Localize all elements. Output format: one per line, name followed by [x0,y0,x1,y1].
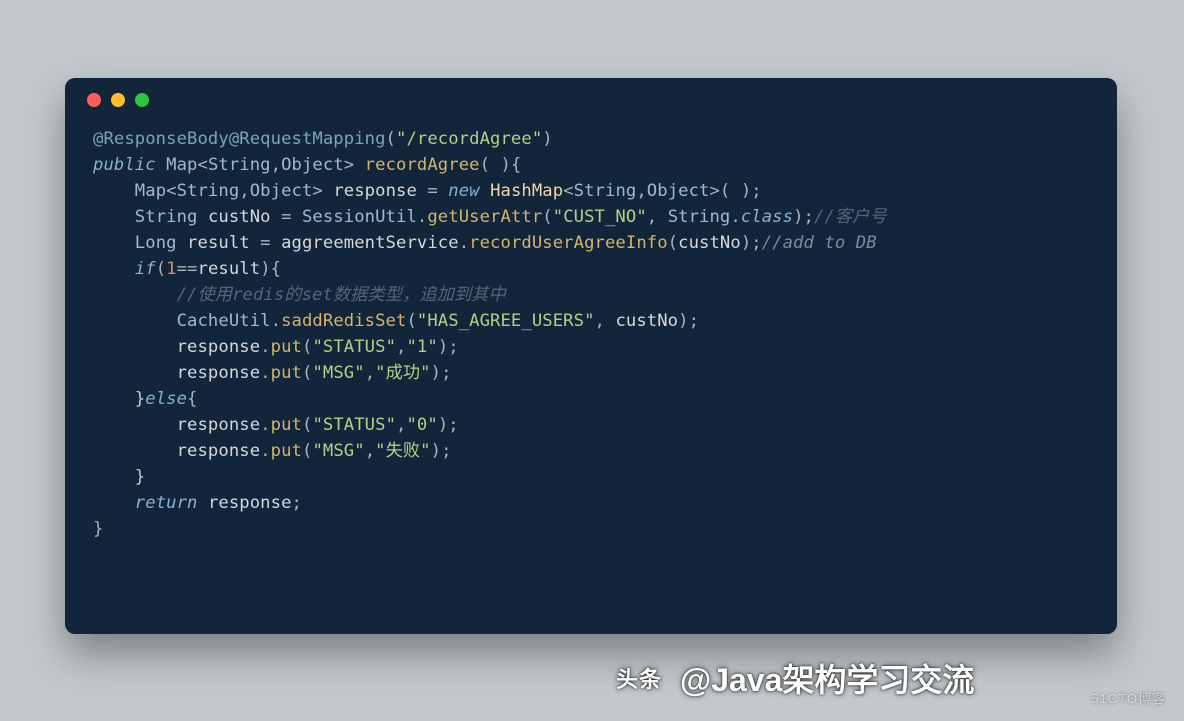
type-object-3: Object [647,181,710,201]
type-object-2: Object [250,181,313,201]
str-success: "成功" [375,363,430,383]
num-one: 1 [166,259,176,279]
type-string-4: String [135,207,198,227]
watermark-right: 51CTO博客 [1091,688,1166,707]
type-string-2: String [177,181,240,201]
str-fail: "失败" [375,441,430,461]
method-put-1: put [271,337,302,357]
str-one: "1" [406,337,437,357]
method-getuserattr: getUserAttr [427,207,542,227]
var-response-ref1: response [177,337,261,357]
str-msg-1: "MSG" [312,363,364,383]
kw-if: if [135,259,156,279]
close-dot[interactable] [87,93,101,107]
minimize-dot[interactable] [111,93,125,107]
var-response-ref3: response [177,415,261,435]
svc-aggreement: aggreementService [281,233,459,253]
str-zero: "0" [406,415,437,435]
kw-class: class [741,207,793,227]
type-map: Map [166,155,197,175]
zoom-dot[interactable] [135,93,149,107]
kw-public: public [93,155,156,175]
kw-return: return [135,493,198,513]
kw-else: else [145,389,187,409]
method-put-2: put [271,363,302,383]
var-custno: custNo [208,207,271,227]
kw-new: new [448,181,479,201]
comment-redis: //使用redis的set数据类型，追加到其中 [177,285,506,305]
mapping-path: "/recordAgree" [396,129,542,149]
str-status-2: "STATUS" [312,415,396,435]
arg-custno-2: custNo [615,311,678,331]
method-saddredis: saddRedisSet [281,311,406,331]
code-block: @ResponseBody@RequestMapping("/recordAgr… [65,122,1117,562]
arg-custno: custNo [678,233,741,253]
watermark-label: 头条 [616,662,662,694]
class-cacheutil: CacheUtil [177,311,271,331]
comment-custno: //客户号 [814,207,887,227]
type-long: Long [135,233,177,253]
var-response-ref4: response [177,441,261,461]
comment-addtodb: //add to DB [762,233,877,253]
str-hasagree: "HAS_AGREE_USERS" [417,311,595,331]
type-string-3: String [574,181,637,201]
var-result: result [187,233,250,253]
str-status-1: "STATUS" [312,337,396,357]
type-object: Object [281,155,344,175]
var-result-ref: result [198,259,261,279]
window-titlebar [65,78,1117,122]
str-msg-2: "MSG" [312,441,364,461]
method-put-3: put [271,415,302,435]
code-window: @ResponseBody@RequestMapping("/recordAgr… [65,78,1117,634]
type-string-5: String [668,207,731,227]
method-put-4: put [271,441,302,461]
var-response: response [333,181,417,201]
annotation-requestmapping: @RequestMapping [229,129,386,149]
method-name: recordAgree [365,155,480,175]
type-string: String [208,155,271,175]
type-map-2: Map [135,181,166,201]
return-var: response [208,493,292,513]
watermark-attribution: @Java架构学习交流 [680,655,974,701]
method-recorduser: recordUserAgreeInfo [469,233,668,253]
str-custno: "CUST_NO" [553,207,647,227]
type-hashmap: HashMap [490,181,563,201]
class-sessionutil: SessionUtil [302,207,417,227]
annotation-responsebody: @ResponseBody [93,129,229,149]
var-response-ref2: response [177,363,261,383]
